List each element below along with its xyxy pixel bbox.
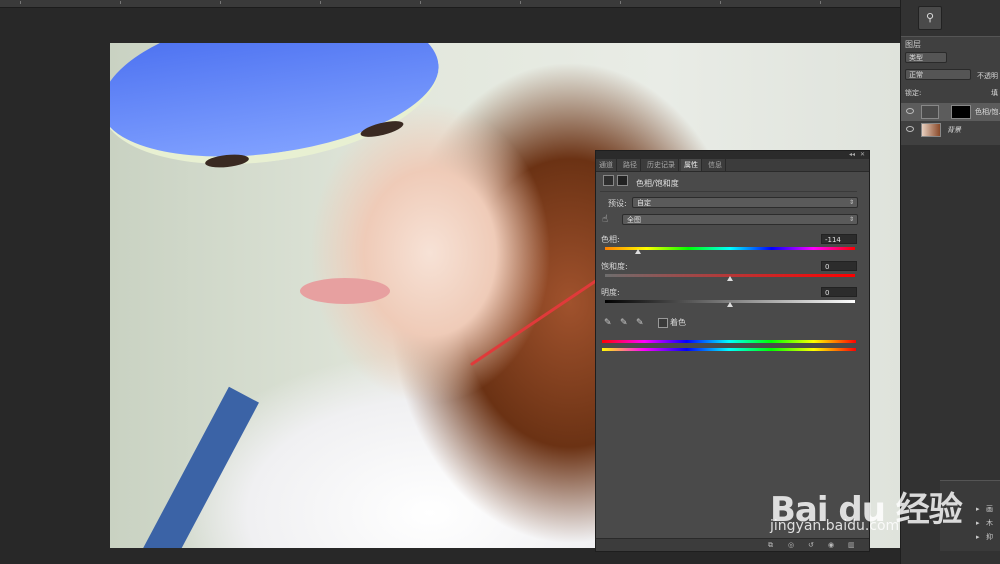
view-previous-icon[interactable]: ◎ (788, 541, 794, 549)
layer-mask-thumbnail[interactable] (951, 105, 971, 119)
opacity-label: 不透明 (977, 72, 998, 80)
saturation-slider-handle[interactable] (727, 276, 733, 281)
hue-value-input[interactable]: -114 (821, 234, 857, 244)
panel-tabs: 通道 路径 历史记录 属性 信息 (596, 159, 869, 172)
layers-panel: 图层 类型 正常 不透明 锁定: 填 色相/饱… 背景 (901, 36, 1000, 145)
tab-history[interactable]: 历史记录 (644, 159, 679, 171)
mask-icon[interactable] (617, 175, 628, 186)
brush-tool-icon[interactable]: ⚲ (918, 6, 942, 30)
channel-select[interactable]: 全图 ⇕ (622, 214, 858, 225)
adjustment-layer-icon[interactable] (603, 175, 614, 186)
hue-label: 色相: (601, 235, 620, 244)
chevron-updown-icon: ⇕ (848, 199, 854, 206)
saturation-value-input[interactable]: 0 (821, 261, 857, 271)
layer-row-hue-saturation[interactable]: 色相/饱… (901, 103, 1000, 121)
layer-filter-select[interactable]: 类型 (905, 52, 947, 63)
lightness-label: 明度: (601, 288, 620, 297)
tab-properties[interactable]: 属性 (681, 159, 702, 171)
layer-row-background[interactable]: 背景 (901, 121, 1000, 139)
clip-to-layer-icon[interactable]: ⧉ (768, 541, 773, 550)
adjustment-icon (921, 105, 939, 119)
eyedropper-icon[interactable]: ✎ (604, 318, 612, 328)
channel-value: 全图 (627, 216, 641, 224)
colorize-checkbox[interactable] (658, 318, 668, 328)
preset-select[interactable]: 自定 ⇕ (632, 197, 858, 208)
panel-header: ◂◂ ✕ (596, 151, 869, 159)
hue-value: -114 (825, 236, 841, 244)
saturation-value: 0 (825, 263, 830, 271)
tab-paths[interactable]: 路径 (620, 159, 641, 171)
reset-icon[interactable]: ↺ (808, 541, 814, 549)
blend-mode-select[interactable]: 正常 (905, 69, 971, 80)
fill-label: 填 (991, 89, 998, 97)
output-color-bar (602, 348, 856, 351)
layers-panel-title: 图层 (905, 40, 921, 49)
tab-info[interactable]: 信息 (705, 159, 726, 171)
blend-mode-value: 正常 (909, 71, 923, 79)
lightness-value-input[interactable]: 0 (821, 287, 857, 297)
preset-label: 预设: (608, 199, 627, 208)
close-panel-icon[interactable]: ✕ (860, 151, 865, 158)
layer-name: 色相/饱… (975, 108, 1000, 116)
visibility-eye-icon[interactable] (906, 126, 914, 132)
lightness-slider-handle[interactable] (727, 302, 733, 307)
trash-icon[interactable]: ▥ (848, 541, 855, 549)
eyedropper-add-icon[interactable]: ✎ (620, 318, 628, 328)
layer-name: 背景 (947, 126, 961, 134)
baidu-watermark: Bai du 经验 jingyan.baidu.com (770, 470, 1000, 540)
input-color-bar (602, 340, 856, 343)
collapse-panel-icon[interactable]: ◂◂ (849, 151, 855, 158)
eyedropper-subtract-icon[interactable]: ✎ (636, 318, 644, 328)
colorize-label: 着色 (670, 318, 686, 327)
hue-slider-handle[interactable] (635, 249, 641, 254)
saturation-label: 饱和度: (601, 262, 628, 271)
hand-target-icon[interactable]: ☝ (602, 214, 608, 225)
lock-label: 锁定: (905, 89, 922, 97)
filter-select-value: 类型 (909, 54, 923, 62)
chevron-updown-icon: ⇕ (848, 216, 854, 223)
visibility-eye-icon[interactable]: ◉ (828, 541, 834, 549)
visibility-eye-icon[interactable] (906, 108, 914, 114)
hue-slider-track[interactable] (605, 247, 855, 250)
lightness-value: 0 (825, 289, 830, 297)
divider (600, 191, 857, 192)
watermark-url: jingyan.baidu.com (770, 518, 900, 534)
tab-channels[interactable]: 通道 (596, 159, 617, 171)
preset-value: 自定 (637, 199, 651, 207)
panel-title: 色相/饱和度 (636, 179, 679, 188)
layer-thumbnail (921, 123, 941, 137)
